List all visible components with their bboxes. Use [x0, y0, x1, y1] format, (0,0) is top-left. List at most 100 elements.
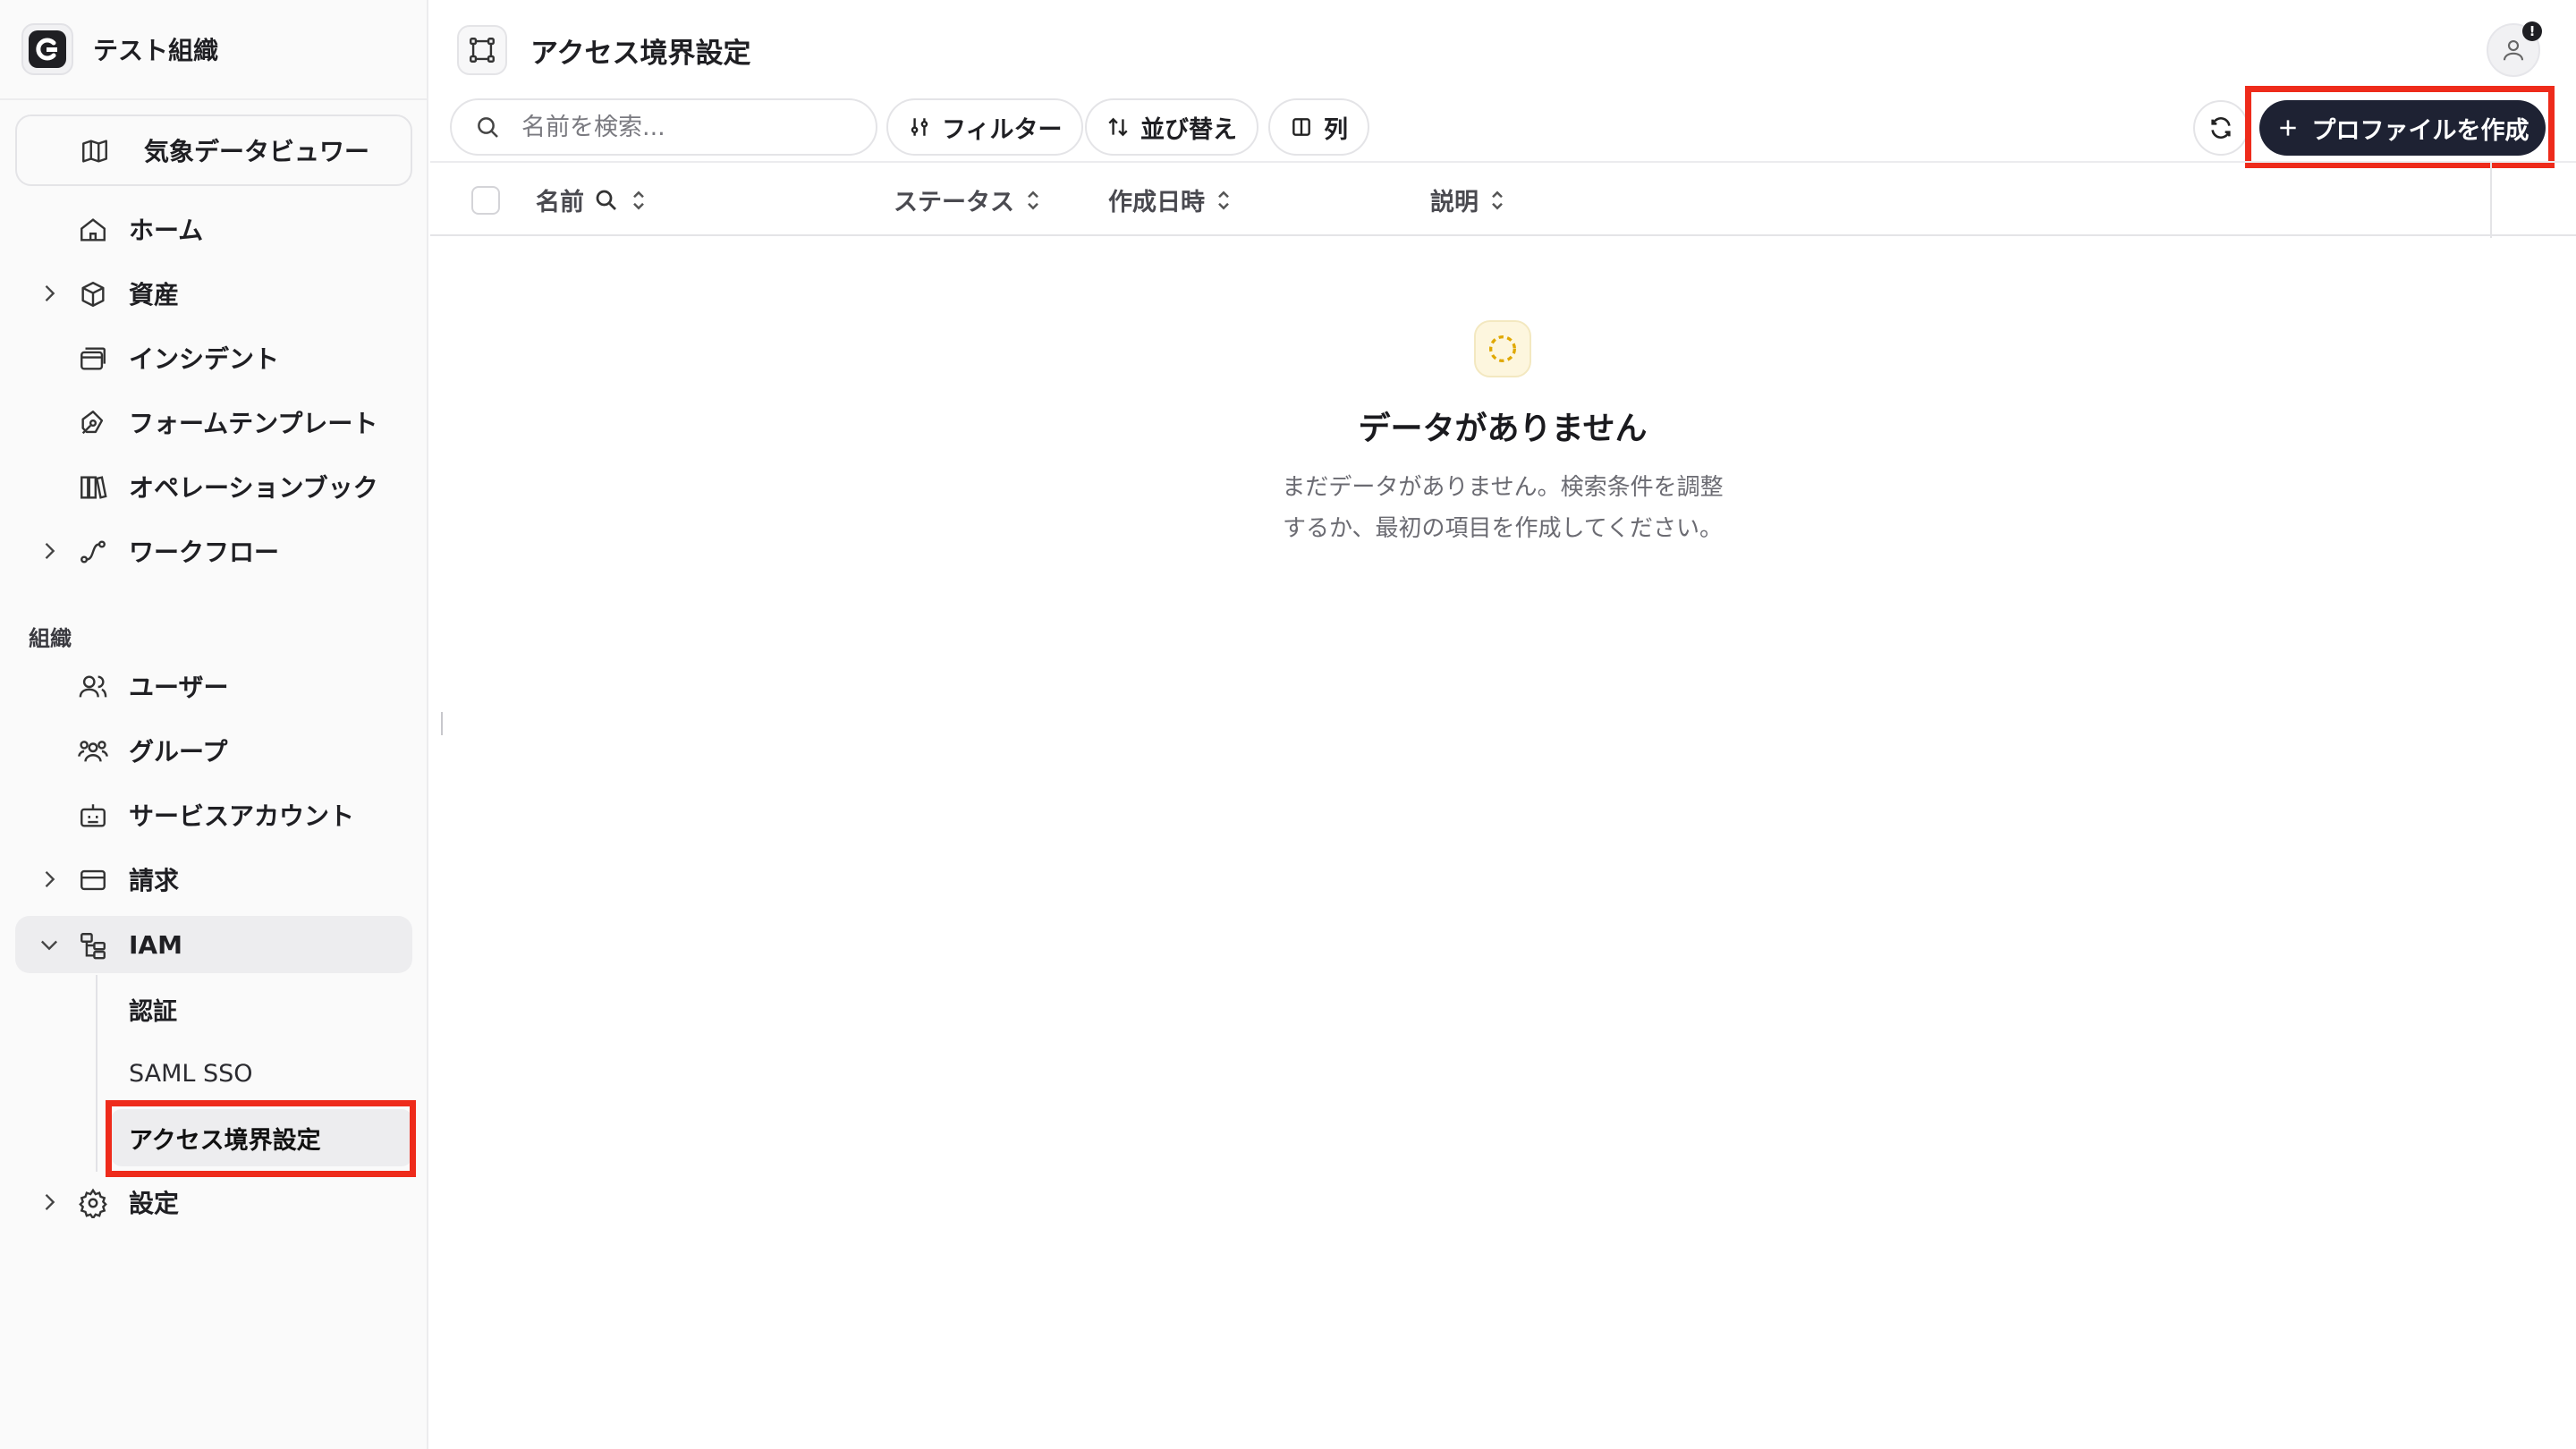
map-icon — [80, 136, 110, 173]
toolbar: フィルター 並び替え 列 プロファイルを作成 — [430, 97, 2576, 161]
sidebar-item-home[interactable]: ホーム — [15, 200, 412, 258]
refresh-icon — [2211, 117, 2231, 139]
search-box[interactable] — [450, 98, 877, 156]
empty-state: データがありません まだデータがありません。検索条件を調整 するか、最初の項目を… — [1145, 320, 1860, 549]
sidebar-subitem-access-boundary[interactable]: アクセス境界設定 — [111, 1109, 412, 1166]
create-profile-button[interactable]: プロファイルを作成 — [2259, 100, 2546, 156]
sort-label: 並び替え — [1140, 115, 1237, 144]
sidebar-item-incidents[interactable]: インシデント — [15, 329, 412, 386]
sidebar-item-billing[interactable]: 請求 — [15, 851, 412, 908]
sidebar-item-label: インシデント — [129, 344, 280, 374]
page-title: アクセス境界設定 — [530, 38, 751, 70]
sidebar-item-form-templates[interactable]: フォームテンプレート — [15, 394, 412, 451]
sort-chevrons-icon[interactable] — [1487, 187, 1507, 214]
select-all-checkbox[interactable] — [471, 186, 500, 215]
gear-icon — [78, 1188, 108, 1224]
search-icon[interactable] — [593, 187, 620, 214]
weather-viewer-button[interactable]: 気象データビュワー — [15, 114, 412, 186]
sidebar-item-operation-books[interactable]: オペレーションブック — [15, 458, 412, 515]
search-icon — [475, 114, 502, 145]
columns-button[interactable]: 列 — [1268, 98, 1369, 156]
column-header-status[interactable]: ステータス — [894, 182, 1043, 217]
sidebar-item-groups[interactable]: グループ — [15, 722, 412, 779]
sidebar-item-iam[interactable]: IAM — [15, 916, 412, 973]
sidebar-item-users[interactable]: ユーザー — [15, 657, 412, 715]
sidebar-item-label: 設定 — [129, 1189, 180, 1218]
column-header-label: ステータス — [894, 189, 1014, 216]
user-icon — [2503, 39, 2524, 61]
column-divider — [2490, 163, 2492, 238]
loading-dashed-circle-icon — [1474, 320, 1531, 377]
window-stack-icon — [78, 343, 108, 380]
user-avatar[interactable]: ! — [2487, 21, 2542, 77]
sidebar-resize-handle[interactable] — [441, 712, 443, 735]
filter-button[interactable]: フィルター — [886, 98, 1084, 156]
page-header: アクセス境界設定 ! — [430, 0, 2576, 100]
frame-corners-icon — [457, 25, 507, 75]
sidebar-item-settings[interactable]: 設定 — [15, 1174, 412, 1231]
sidebar-subitem-saml-sso[interactable]: SAML SSO — [111, 1045, 412, 1102]
sidebar-item-label: グループ — [129, 737, 228, 767]
column-header-description[interactable]: 説明 — [1430, 182, 1507, 217]
chevron-down-icon[interactable] — [37, 932, 62, 963]
create-profile-label: プロファイルを作成 — [2311, 116, 2529, 145]
sidebar-item-label: ホーム — [129, 216, 204, 245]
sidebar-item-label: IAM — [129, 929, 182, 960]
columns-label: 列 — [1324, 115, 1348, 144]
filter-label: フィルター — [942, 115, 1063, 144]
empty-state-description-line: まだデータがありません。検索条件を調整 — [1282, 474, 1724, 501]
sidebar-item-label: オペレーションブック — [129, 473, 378, 503]
users-icon — [78, 672, 108, 708]
notification-badge: ! — [2522, 21, 2542, 41]
sidebar-item-assets[interactable]: 資産 — [15, 265, 412, 322]
sidebar-item-service-accounts[interactable]: サービスアカウント — [15, 786, 412, 843]
chevron-right-icon[interactable] — [37, 867, 62, 898]
sidebar-item-label: ユーザー — [129, 673, 229, 702]
submenu-guide-line — [96, 975, 97, 1172]
empty-state-title: データがありません — [1358, 411, 1648, 447]
sort-arrows-icon — [1108, 117, 1128, 137]
section-label-organization: 組織 — [29, 626, 72, 651]
sliders-icon — [911, 118, 928, 136]
sidebar: テスト組織 気象データビュワー ホーム 資産 インシデント フォームテンプレート… — [0, 0, 428, 1449]
sidebar-item-label: 請求 — [129, 866, 180, 895]
chevron-right-icon[interactable] — [37, 538, 62, 570]
table-header: 名前 ステータス 作成日時 説明 — [430, 161, 2576, 238]
column-header-created-at[interactable]: 作成日時 — [1108, 182, 1233, 217]
workflow-icon — [78, 537, 108, 573]
org-name: テスト組織 — [93, 36, 219, 65]
sidebar-item-label: 資産 — [129, 280, 180, 309]
group-icon — [78, 736, 108, 773]
sidebar-item-workflows[interactable]: ワークフロー — [15, 522, 412, 580]
search-input[interactable] — [521, 109, 861, 145]
hierarchy-icon — [78, 930, 108, 967]
column-header-name[interactable]: 名前 — [536, 182, 648, 217]
sort-chevrons-icon[interactable] — [629, 187, 648, 214]
wallet-icon — [78, 865, 108, 902]
empty-state-description-line: するか、最初の項目を作成してください。 — [1283, 515, 1723, 542]
column-header-label: 説明 — [1430, 189, 1479, 216]
column-header-label: 作成日時 — [1108, 189, 1205, 216]
bot-icon — [78, 801, 108, 837]
sort-chevrons-icon[interactable] — [1214, 187, 1233, 214]
sidebar-item-label: サービスアカウント — [129, 801, 355, 831]
sidebar-item-label: ワークフロー — [129, 538, 280, 567]
sidebar-item-label: フォームテンプレート — [129, 409, 378, 438]
sort-button[interactable]: 並び替え — [1085, 98, 1258, 156]
home-icon — [78, 215, 108, 251]
weather-viewer-label: 気象データビュワー — [144, 137, 370, 166]
chevron-right-icon[interactable] — [37, 281, 62, 312]
books-icon — [78, 472, 108, 509]
pen-tool-icon — [78, 408, 108, 445]
sidebar-subitem-authentication[interactable]: 認証 — [111, 980, 412, 1038]
org-logo — [21, 23, 73, 75]
plus-icon — [2279, 120, 2296, 136]
org-switcher[interactable]: テスト組織 — [0, 0, 428, 100]
columns-icon — [1292, 118, 1310, 136]
chevron-right-icon[interactable] — [37, 1190, 62, 1221]
sort-chevrons-icon[interactable] — [1023, 187, 1043, 214]
refresh-button[interactable] — [2193, 100, 2249, 156]
box-icon — [78, 279, 108, 316]
column-header-label: 名前 — [536, 189, 584, 216]
empty-state-description: まだデータがありません。検索条件を調整 するか、最初の項目を作成してください。 — [1145, 467, 1860, 549]
